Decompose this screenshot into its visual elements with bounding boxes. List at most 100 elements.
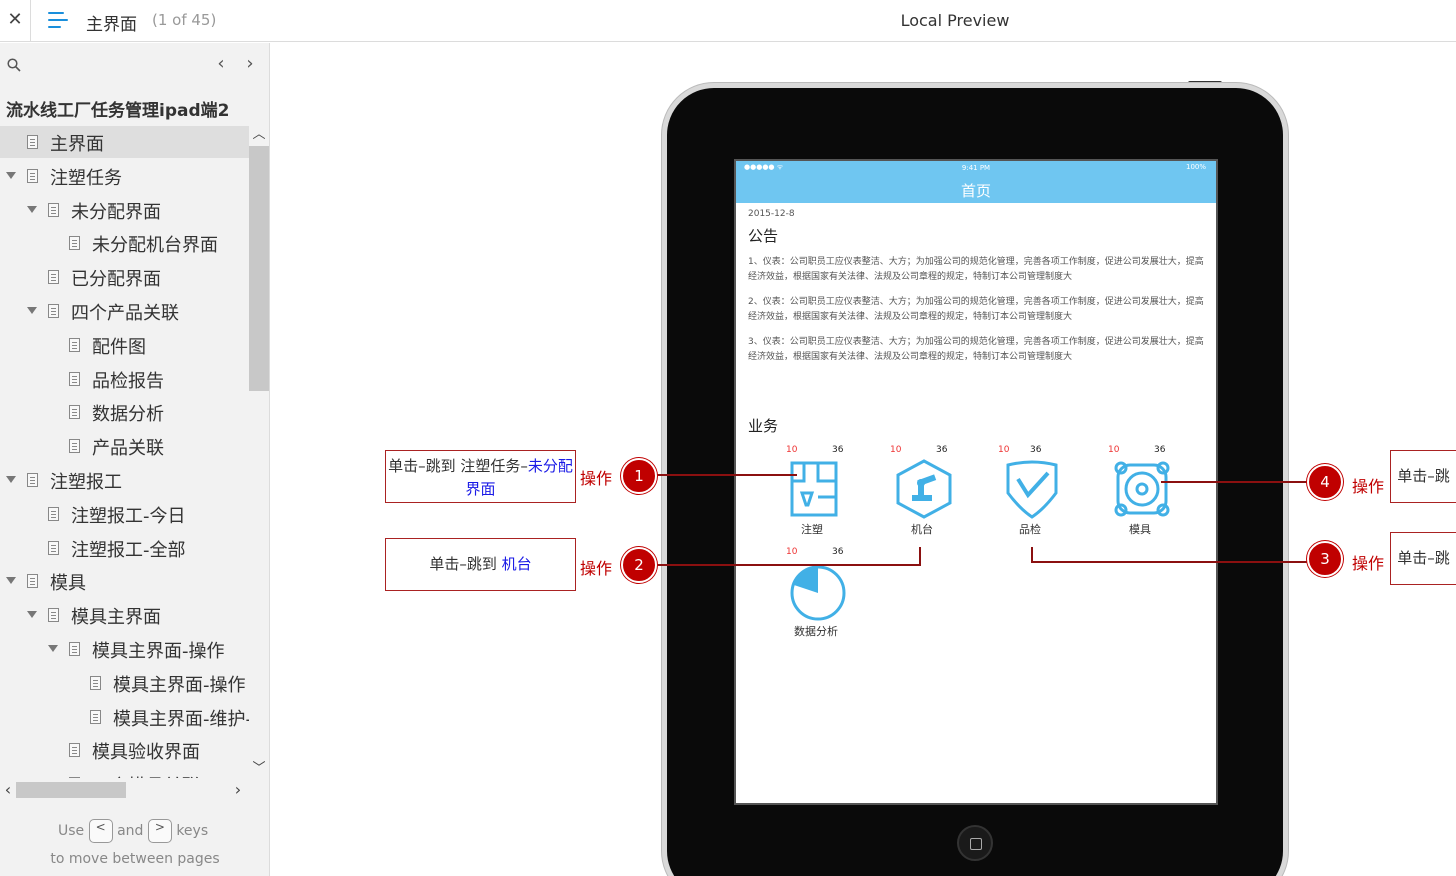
tree-item[interactable]: 配件图 xyxy=(0,329,249,361)
tree-item-label: 模具主界面-操作 xyxy=(92,641,225,662)
tree-item[interactable]: 未分配机台界面 xyxy=(0,227,249,259)
page-icon xyxy=(69,439,80,453)
tree-item[interactable]: 模具主界面-操作 xyxy=(0,633,249,665)
page-tree: 主界面注塑任务未分配界面未分配机台界面已分配界面四个产品关联配件图品检报告数据分… xyxy=(0,126,249,778)
note-link-machine[interactable]: 机台 xyxy=(502,555,532,573)
tree-item-label: 品检报告 xyxy=(92,371,164,392)
page-icon xyxy=(69,642,80,656)
page-icon xyxy=(48,608,59,622)
tree-item[interactable]: 模具 xyxy=(0,565,249,597)
op-label-4: 操作 xyxy=(1352,477,1385,496)
tree-item-label: 注塑任务 xyxy=(50,168,122,189)
page-title: 主界面 xyxy=(86,15,137,35)
tree-item[interactable]: 模具主界面-维护-: xyxy=(0,701,249,733)
expand-toggle-icon[interactable] xyxy=(6,476,16,483)
page-icon xyxy=(48,507,59,521)
search-icon[interactable] xyxy=(7,58,21,72)
annotation-marker-3[interactable]: 3 xyxy=(1307,541,1343,577)
tree-item[interactable]: 数据分析 xyxy=(0,396,249,428)
tree-item-label: 已分配界面 xyxy=(71,269,161,290)
hint-use: Use xyxy=(58,823,85,839)
tree-item[interactable]: 未分配界面 xyxy=(0,194,249,226)
tree-item-label: 注塑报工-全部 xyxy=(71,540,186,561)
page-icon xyxy=(69,338,80,352)
tree-item[interactable]: 四个模具关联 xyxy=(0,768,249,778)
page-icon xyxy=(69,405,80,419)
note-text: 单击–跳到 xyxy=(429,555,502,573)
tree-item-label: 模具主界面-维护-: xyxy=(113,709,249,730)
tree-item[interactable]: 模具主界面-操作 xyxy=(0,667,249,699)
expand-toggle-icon[interactable] xyxy=(6,577,16,584)
scroll-up-icon[interactable]: ︿ xyxy=(249,126,269,144)
page-icon xyxy=(27,473,38,487)
expand-toggle-icon[interactable] xyxy=(27,206,37,213)
close-button[interactable]: ✕ xyxy=(0,0,31,42)
scroll-right-icon[interactable]: › xyxy=(230,780,246,800)
expand-toggle-icon[interactable] xyxy=(6,172,16,179)
tree-item-label: 四个产品关联 xyxy=(71,303,179,324)
preview-canvas: ●●●●● ᯤ 9:41 PM 100% 首页 2015-12-8 公告 1、仪… xyxy=(271,43,1456,876)
hint-line2: to move between pages xyxy=(50,851,220,867)
annotation-note-1: 单击–跳到 注塑任务–未分配界面 xyxy=(385,450,576,503)
page-icon xyxy=(48,304,59,318)
previous-page-button[interactable]: ‹ xyxy=(212,53,230,75)
vertical-scroll-thumb[interactable] xyxy=(249,146,269,391)
page-icon xyxy=(27,574,38,588)
tree-item[interactable]: 注塑报工-全部 xyxy=(0,532,249,564)
page-icon xyxy=(27,169,38,183)
scroll-down-icon[interactable]: ﹀ xyxy=(249,760,269,778)
page-count: (1 of 45) xyxy=(152,11,217,29)
next-page-button[interactable]: › xyxy=(241,53,259,75)
tree-item-label: 模具主界面 xyxy=(71,607,161,628)
annotation-note-3: 单击–跳 xyxy=(1390,532,1456,585)
page-icon xyxy=(48,203,59,217)
hint-and: and xyxy=(117,823,144,839)
preview-title: Local Preview xyxy=(900,11,1010,30)
tree-item-label: 四个模具关联 xyxy=(92,772,200,778)
tree-item-label: 模具主界面-操作 xyxy=(113,675,246,696)
tree-item-label: 注塑报工-今日 xyxy=(71,506,186,527)
page-icon xyxy=(69,777,80,778)
annotation-marker-4[interactable]: 4 xyxy=(1307,464,1343,500)
expand-toggle-icon[interactable] xyxy=(27,307,37,314)
page-icon xyxy=(90,710,101,724)
annotation-marker-1[interactable]: 1 xyxy=(621,458,657,494)
page-icon xyxy=(27,135,38,149)
page-icon xyxy=(69,743,80,757)
page-icon xyxy=(69,372,80,386)
page-icon xyxy=(48,541,59,555)
tree-item-label: 数据分析 xyxy=(92,404,164,425)
scroll-left-icon[interactable]: ‹ xyxy=(0,780,16,800)
horizontal-scroll-thumb[interactable] xyxy=(16,782,126,798)
tree-item-label: 配件图 xyxy=(92,337,146,358)
hamburger-menu-icon[interactable] xyxy=(48,12,68,28)
tree-item[interactable]: 模具主界面 xyxy=(0,599,249,631)
prev-key-icon: < xyxy=(88,819,113,843)
next-key-icon: > xyxy=(147,819,172,843)
op-label-1: 操作 xyxy=(580,469,613,488)
tree-item[interactable]: 注塑报工-今日 xyxy=(0,498,249,530)
expand-toggle-icon[interactable] xyxy=(27,611,37,618)
tree-item[interactable]: 注塑报工 xyxy=(0,464,249,496)
op-label-3: 操作 xyxy=(1352,554,1385,573)
tree-item[interactable]: 主界面 xyxy=(0,126,249,158)
tree-item[interactable]: 四个产品关联 xyxy=(0,295,249,327)
tree-item[interactable]: 已分配界面 xyxy=(0,261,249,293)
annotation-note-2: 单击–跳到 机台 xyxy=(385,538,576,591)
note-text: 单击–跳 xyxy=(1397,549,1450,567)
note-text: 单击–跳到 注塑任务– xyxy=(388,457,528,475)
tree-item-label: 主界面 xyxy=(50,134,104,155)
top-bar: ✕ 主界面 (1 of 45) Local Preview xyxy=(0,0,1456,42)
tree-item-label: 未分配机台界面 xyxy=(92,235,218,256)
expand-toggle-icon[interactable] xyxy=(48,645,58,652)
note-text: 单击–跳 xyxy=(1397,467,1450,485)
tree-item[interactable]: 模具验收界面 xyxy=(0,734,249,766)
tree-item[interactable]: 产品关联 xyxy=(0,430,249,462)
tree-item[interactable]: 注塑任务 xyxy=(0,160,249,192)
tree-item[interactable]: 品检报告 xyxy=(0,363,249,395)
op-label-2: 操作 xyxy=(580,559,613,578)
horizontal-scrollbar[interactable]: ‹ › xyxy=(0,780,249,800)
annotation-marker-2[interactable]: 2 xyxy=(621,547,657,583)
vertical-scrollbar[interactable]: ︿ ﹀ xyxy=(249,126,269,778)
hint-keys: keys xyxy=(176,823,209,839)
